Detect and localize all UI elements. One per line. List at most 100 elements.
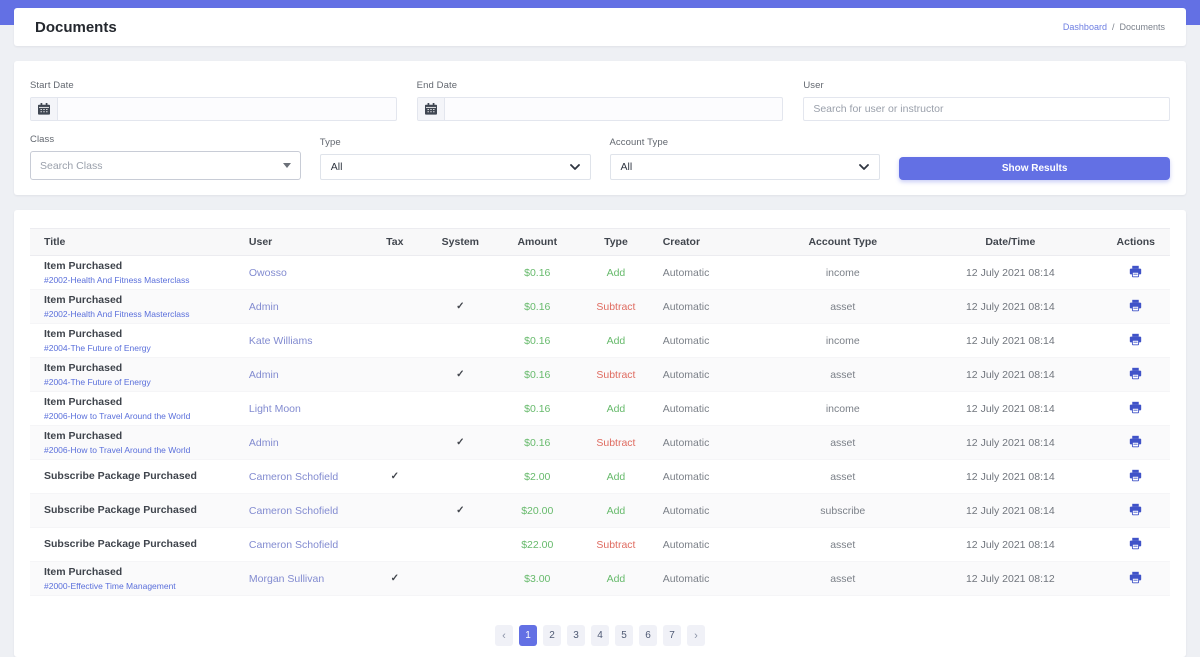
type-label: Type (320, 137, 591, 148)
row-creator: Automatic (655, 528, 767, 562)
row-creator: Automatic (655, 324, 767, 358)
end-date-input[interactable] (445, 98, 783, 120)
col-header-amount: Amount (497, 229, 577, 256)
printer-icon[interactable] (1129, 299, 1142, 312)
row-datetime: 12 July 2021 08:12 (919, 562, 1101, 596)
pagination-page-2[interactable]: 2 (543, 625, 561, 646)
row-tax-check (366, 426, 423, 460)
row-account-type: asset (766, 460, 919, 494)
row-course-link[interactable]: #2006-How to Travel Around the World (44, 445, 233, 455)
pagination-page-6[interactable]: 6 (639, 625, 657, 646)
pagination-page-5[interactable]: 5 (615, 625, 633, 646)
col-header-system: System (423, 229, 497, 256)
row-system-check (423, 460, 497, 494)
user-search-input[interactable] (803, 97, 1170, 121)
end-date-label: End Date (417, 80, 784, 91)
row-system-check: ✓ (423, 358, 497, 392)
pagination-next-button[interactable]: › (687, 625, 705, 646)
row-amount: $22.00 (497, 528, 577, 562)
row-user-link[interactable]: Admin (249, 301, 279, 313)
row-creator: Automatic (655, 358, 767, 392)
printer-icon[interactable] (1129, 469, 1142, 482)
pagination-page-1[interactable]: 1 (519, 625, 537, 646)
row-system-check: ✓ (423, 494, 497, 528)
row-type: Add (577, 460, 655, 494)
row-datetime: 12 July 2021 08:14 (919, 290, 1101, 324)
col-header-account-type: Account Type (766, 229, 919, 256)
printer-icon[interactable] (1129, 571, 1142, 584)
user-label: User (803, 80, 1170, 91)
page-title: Documents (35, 19, 117, 36)
table-header-row: Title User Tax System Amount Type Creato… (30, 229, 1170, 256)
pagination-page-7[interactable]: 7 (663, 625, 681, 646)
row-system-check (423, 256, 497, 290)
printer-icon[interactable] (1129, 503, 1142, 516)
start-date-group (30, 97, 397, 121)
row-tax-check (366, 290, 423, 324)
calendar-icon[interactable] (418, 98, 445, 120)
row-creator: Automatic (655, 290, 767, 324)
printer-icon[interactable] (1129, 435, 1142, 448)
printer-icon[interactable] (1129, 401, 1142, 414)
row-amount: $3.00 (497, 562, 577, 596)
printer-icon[interactable] (1129, 367, 1142, 380)
row-title: Item Purchased (44, 566, 233, 580)
row-user-link[interactable]: Kate Williams (249, 335, 313, 347)
row-system-check (423, 562, 497, 596)
row-course-link[interactable]: #2002-Health And Fitness Masterclass (44, 275, 233, 285)
row-user-link[interactable]: Cameron Schofield (249, 471, 338, 483)
row-user-link[interactable]: Admin (249, 437, 279, 449)
printer-icon[interactable] (1129, 265, 1142, 278)
row-amount: $2.00 (497, 460, 577, 494)
account-type-select[interactable]: All (610, 154, 881, 180)
printer-icon[interactable] (1129, 333, 1142, 346)
row-account-type: asset (766, 290, 919, 324)
table-row: Item Purchased #2006-How to Travel Aroun… (30, 392, 1170, 426)
calendar-icon[interactable] (31, 98, 58, 120)
row-datetime: 12 July 2021 08:14 (919, 460, 1101, 494)
row-tax-check (366, 494, 423, 528)
pagination-page-3[interactable]: 3 (567, 625, 585, 646)
row-user-link[interactable]: Light Moon (249, 403, 301, 415)
row-course-link[interactable]: #2006-How to Travel Around the World (44, 411, 233, 421)
row-user-link[interactable]: Morgan Sullivan (249, 573, 324, 585)
row-course-link[interactable]: #2000-Effective Time Management (44, 581, 233, 591)
show-results-button[interactable]: Show Results (899, 157, 1170, 180)
class-select[interactable]: Search Class (30, 151, 301, 180)
row-tax-check (366, 324, 423, 358)
row-user-link[interactable]: Cameron Schofield (249, 505, 338, 517)
row-user-link[interactable]: Admin (249, 369, 279, 381)
type-select[interactable]: All (320, 154, 591, 180)
row-course-link[interactable]: #2002-Health And Fitness Masterclass (44, 309, 233, 319)
row-title: Item Purchased (44, 430, 233, 444)
row-datetime: 12 July 2021 08:14 (919, 324, 1101, 358)
row-datetime: 12 July 2021 08:14 (919, 256, 1101, 290)
row-account-type: income (766, 392, 919, 426)
row-title: Subscribe Package Purchased (44, 504, 233, 518)
printer-icon[interactable] (1129, 537, 1142, 550)
row-amount: $0.16 (497, 290, 577, 324)
table-row: Subscribe Package Purchased Cameron Scho… (30, 460, 1170, 494)
row-type: Add (577, 256, 655, 290)
row-datetime: 12 July 2021 08:14 (919, 392, 1101, 426)
row-tax-check: ✓ (366, 460, 423, 494)
row-user-link[interactable]: Owosso (249, 267, 287, 279)
row-course-link[interactable]: #2004-The Future of Energy (44, 343, 233, 353)
pagination: ‹ 1234567 › (30, 625, 1170, 646)
row-creator: Automatic (655, 256, 767, 290)
row-course-link[interactable]: #2004-The Future of Energy (44, 377, 233, 387)
chevron-down-icon (859, 161, 869, 173)
breadcrumb-dashboard-link[interactable]: Dashboard (1063, 22, 1107, 32)
col-header-datetime: Date/Time (919, 229, 1101, 256)
row-system-check: ✓ (423, 290, 497, 324)
class-label: Class (30, 134, 301, 145)
pagination-page-4[interactable]: 4 (591, 625, 609, 646)
row-account-type: asset (766, 426, 919, 460)
start-date-input[interactable] (58, 98, 396, 120)
row-user-link[interactable]: Cameron Schofield (249, 539, 338, 551)
row-account-type: asset (766, 528, 919, 562)
row-tax-check (366, 528, 423, 562)
breadcrumb: Dashboard / Documents (1063, 22, 1165, 32)
pagination-prev-button[interactable]: ‹ (495, 625, 513, 646)
col-header-creator: Creator (655, 229, 767, 256)
